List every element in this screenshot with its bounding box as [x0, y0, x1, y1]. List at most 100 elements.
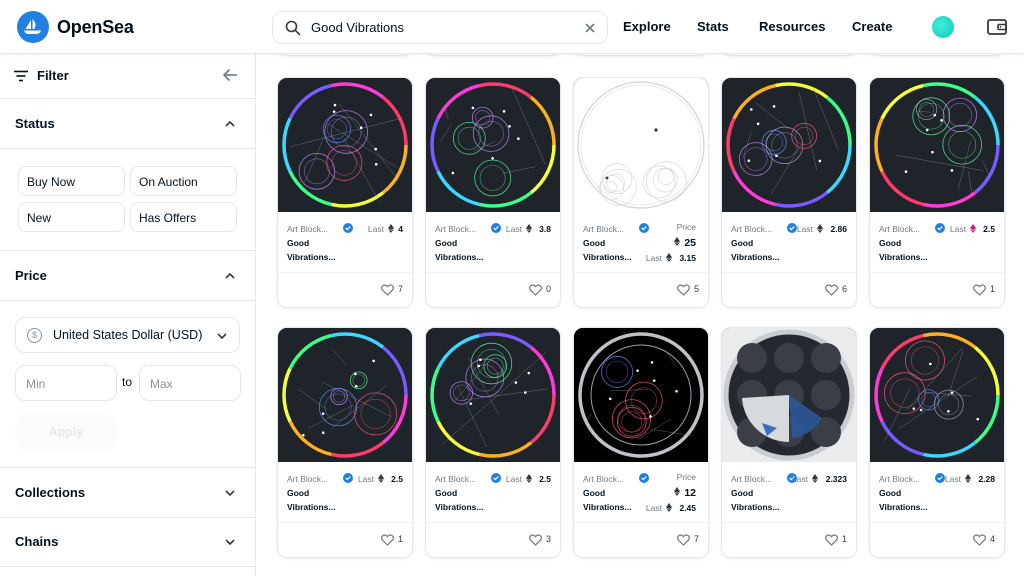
price-min-input[interactable]: Min [15, 365, 117, 401]
filter-label: Filter [37, 68, 69, 83]
favorite-count: 3 [545, 534, 551, 544]
collection-name[interactable]: Art Block... [287, 474, 328, 484]
close-icon[interactable] [583, 21, 597, 35]
favorite-count: 6 [841, 284, 847, 294]
favorite-count: 5 [693, 284, 699, 294]
asset-name[interactable]: Good Vibrations... [731, 237, 801, 264]
chevron-down-icon [224, 537, 236, 547]
asset-name[interactable]: Good Vibrations... [435, 487, 505, 514]
ethereum-icon [388, 224, 394, 233]
status-on-auction[interactable]: On Auction [130, 166, 237, 196]
heart-icon[interactable] [825, 534, 838, 546]
sailboat-icon [17, 11, 49, 43]
asset-card[interactable]: Art Block... Good Vibrations... Last 2.28… [869, 327, 1005, 558]
status-has-offers[interactable]: Has Offers [130, 202, 237, 232]
collection-name[interactable]: Art Block... [435, 224, 476, 234]
price-title: Price [15, 268, 47, 283]
collections-section-toggle[interactable]: Collections [0, 468, 255, 518]
asset-name[interactable]: Good Vibrations... [583, 487, 653, 514]
last-sale-value: 4 [398, 224, 403, 234]
card-details: Art Block... Good Vibrations... Last 2.5 [278, 462, 412, 522]
collection-name[interactable]: Art Block... [287, 224, 328, 234]
verified-badge-icon [491, 473, 501, 483]
asset-card[interactable]: Art Block... Good Vibrations... Last 4 7 [277, 77, 413, 308]
collection-name[interactable]: Art Block... [583, 474, 624, 484]
collection-name[interactable]: Art Block... [879, 474, 920, 484]
heart-icon[interactable] [381, 534, 394, 546]
asset-name[interactable]: Good Vibrations... [287, 237, 357, 264]
asset-card[interactable]: Art Block... Good Vibrations... Price 12 … [573, 327, 709, 558]
asset-card[interactable]: Art Block... Good Vibrations... Last 2.5 … [277, 327, 413, 558]
price-value: 12 [674, 487, 696, 499]
ethereum-icon [666, 253, 672, 262]
asset-name[interactable]: Good Vibrations... [583, 237, 653, 264]
heart-icon[interactable] [529, 534, 542, 546]
chains-section-toggle[interactable]: Chains [0, 517, 255, 567]
avatar[interactable] [932, 16, 954, 38]
card-details: Art Block... Good Vibrations... Last 2.5 [426, 462, 560, 522]
nft-artwork [870, 78, 1004, 212]
asset-name[interactable]: Good Vibrations... [435, 237, 505, 264]
asset-name[interactable]: Good Vibrations... [731, 487, 801, 514]
favorite-count: 4 [989, 534, 995, 544]
nft-artwork [278, 78, 412, 212]
card-footer: 1 [722, 522, 856, 557]
asset-name[interactable]: Good Vibrations... [879, 487, 949, 514]
filter-header: Filter [0, 54, 255, 99]
heart-icon[interactable] [973, 284, 986, 296]
nft-artwork [278, 328, 412, 462]
last-sale-label: Last [367, 224, 384, 234]
search-bar[interactable] [272, 11, 608, 44]
currency-select[interactable]: $ United States Dollar (USD) [15, 317, 240, 353]
asset-card[interactable]: Art Block... Good Vibrations... Last 2.5 … [869, 77, 1005, 308]
nav-explore[interactable]: Explore [623, 19, 671, 34]
last-sale-value: 3.8 [539, 224, 551, 234]
collection-name[interactable]: Art Block... [879, 224, 920, 234]
price-max-input[interactable]: Max [139, 365, 241, 401]
heart-icon[interactable] [529, 284, 542, 296]
nft-artwork [426, 78, 560, 212]
collection-name[interactable]: Art Block... [731, 224, 772, 234]
heart-icon[interactable] [825, 284, 838, 296]
apply-button[interactable]: Apply [15, 414, 117, 450]
search-input[interactable] [311, 20, 571, 35]
ethereum-icon [674, 237, 681, 249]
collection-name[interactable]: Art Block... [731, 474, 772, 484]
heart-icon[interactable] [381, 284, 394, 296]
asset-card[interactable]: Art Block... Good Vibrations... Last 2.5 … [425, 327, 561, 558]
asset-card[interactable]: Art Block... Good Vibrations... Price 25 … [573, 77, 709, 308]
asset-name[interactable]: Good Vibrations... [879, 237, 949, 264]
heart-icon[interactable] [973, 534, 986, 546]
collection-name[interactable]: Art Block... [435, 474, 476, 484]
asset-card[interactable]: Art Block... Good Vibrations... Last 3.8 … [425, 77, 561, 308]
favorite-count: 0 [545, 284, 551, 294]
asset-name[interactable]: Good Vibrations... [287, 487, 357, 514]
collection-name[interactable]: Art Block... [583, 224, 624, 234]
nav-resources[interactable]: Resources [759, 19, 825, 34]
ethereum-icon [378, 474, 384, 483]
last-sale-value: 2.5 [391, 474, 403, 484]
status-section-toggle[interactable]: Status [0, 99, 255, 149]
last-sale-value: 2.5 [983, 224, 995, 234]
asset-card[interactable]: Art Block... Good Vibrations... Last 2.32… [721, 327, 857, 558]
nav-create[interactable]: Create [852, 19, 892, 34]
card-details: Art Block... Good Vibrations... Last 4 [278, 212, 412, 272]
last-sale-value: 2.86 [830, 224, 847, 234]
chevron-down-icon [224, 488, 236, 498]
status-new[interactable]: New [18, 202, 125, 232]
wallet-icon[interactable] [986, 17, 1008, 37]
last-sale-label: Last [505, 474, 522, 484]
heart-icon[interactable] [677, 534, 690, 546]
last-sale-value: 2.45 [679, 503, 696, 513]
ethereum-icon [526, 474, 532, 483]
arrow-left-icon[interactable] [222, 68, 238, 82]
opensea-logo[interactable]: OpenSea [17, 11, 134, 43]
heart-icon[interactable] [677, 284, 690, 296]
card-details: Art Block... Good Vibrations... Last 3.8 [426, 212, 560, 272]
status-buy-now[interactable]: Buy Now [18, 166, 125, 196]
currency-value: United States Dollar (USD) [53, 328, 203, 342]
nft-artwork [426, 328, 560, 462]
asset-card[interactable]: Art Block... Good Vibrations... Last 2.86… [721, 77, 857, 308]
nav-stats[interactable]: Stats [697, 19, 729, 34]
price-section-toggle[interactable]: Price [0, 251, 255, 301]
